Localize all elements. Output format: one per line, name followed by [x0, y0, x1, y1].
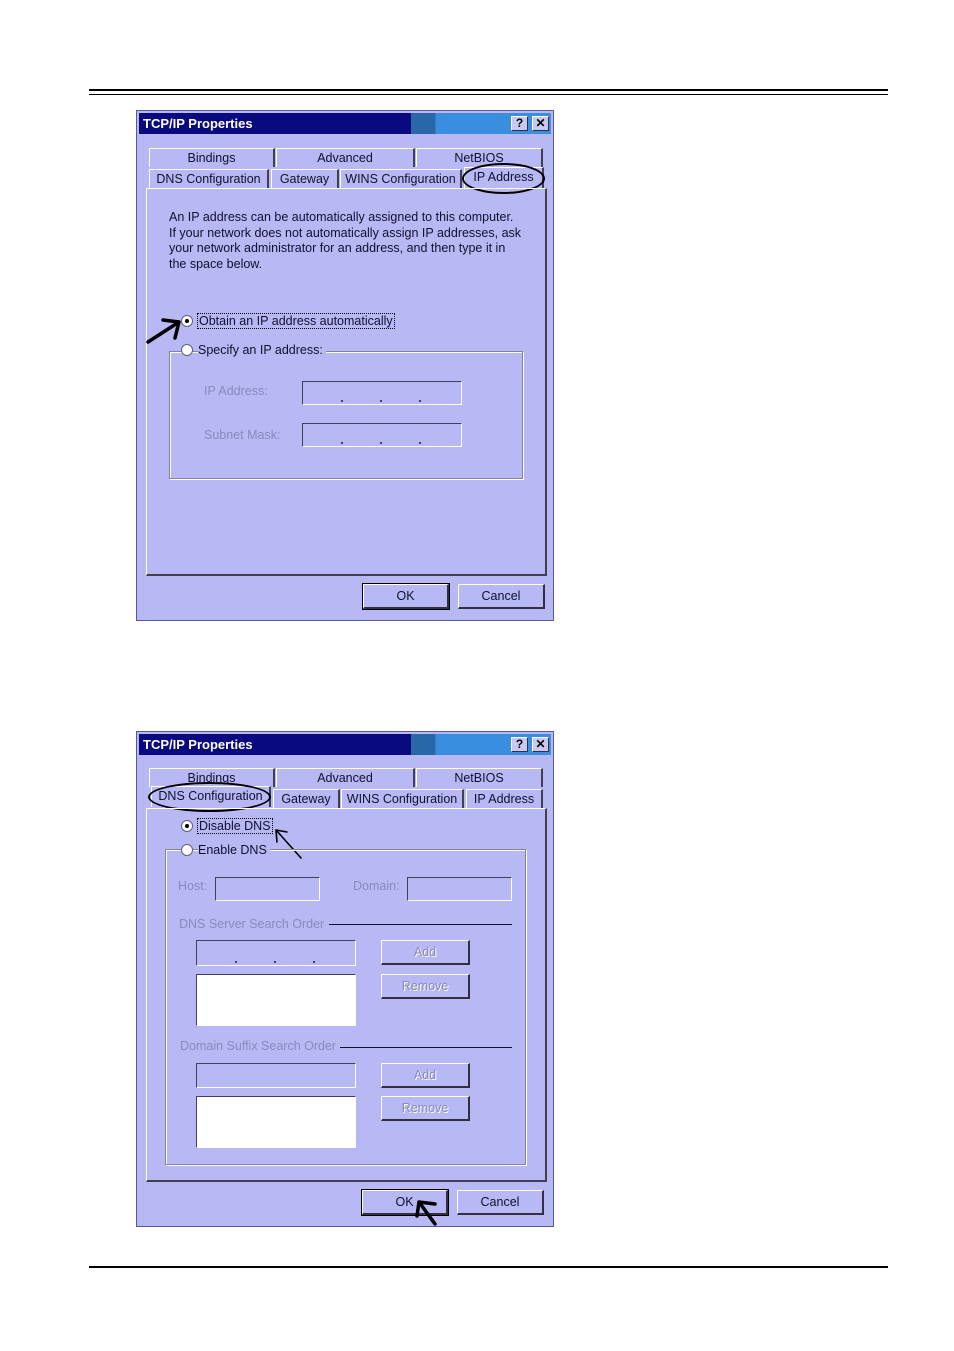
- help-icon[interactable]: ?: [511, 737, 528, 752]
- tab-wins-configuration[interactable]: WINS Configuration: [340, 169, 462, 188]
- tab-advanced[interactable]: Advanced: [276, 148, 415, 167]
- ip-dot: [235, 961, 237, 963]
- tab-gateway[interactable]: Gateway: [271, 169, 339, 188]
- cancel-button[interactable]: Cancel: [458, 584, 545, 609]
- domain-suffix-order-label: Domain Suffix Search Order: [180, 1039, 337, 1053]
- radio-disable-dns-label[interactable]: Disable DNS: [197, 818, 273, 834]
- close-icon[interactable]: ✕: [532, 116, 549, 131]
- domain-suffix-list[interactable]: [196, 1096, 356, 1148]
- ip-dot: [274, 961, 276, 963]
- suffix-remove-button[interactable]: Remove: [381, 1096, 470, 1121]
- domain-label: Domain:: [353, 879, 400, 893]
- title-bar: TCP/IP Properties ? ✕: [139, 734, 551, 755]
- subnet-mask-field[interactable]: [302, 423, 462, 447]
- cancel-button[interactable]: Cancel: [457, 1190, 544, 1215]
- dns-server-list[interactable]: [196, 974, 356, 1026]
- ip-dot: [380, 442, 382, 444]
- tcpip-dialog-dns-configuration: TCP/IP Properties ? ✕ Bindings Advanced …: [136, 731, 554, 1227]
- title-bar: TCP/IP Properties ? ✕: [139, 113, 551, 134]
- host-label: Host:: [178, 879, 208, 893]
- dns-server-field[interactable]: [196, 940, 356, 966]
- domain-field[interactable]: [407, 877, 512, 901]
- tab-gateway[interactable]: Gateway: [273, 789, 340, 808]
- bottom-rule: [89, 1266, 888, 1268]
- tab-wins-configuration[interactable]: WINS Configuration: [341, 789, 464, 808]
- radio-obtain-ip-label[interactable]: Obtain an IP address automatically: [197, 313, 395, 329]
- description-line: An IP address can be automatically assig…: [169, 210, 514, 224]
- dns-remove-button[interactable]: Remove: [381, 974, 470, 999]
- radio-enable-dns[interactable]: [181, 844, 193, 856]
- host-field[interactable]: [215, 877, 320, 901]
- arrow-pointer-icon: [146, 318, 181, 344]
- tcpip-dialog-ip-address: TCP/IP Properties ? ✕ Bindings Advanced …: [136, 110, 554, 621]
- top-rule-thin: [89, 94, 888, 95]
- description-line: the space below.: [169, 256, 263, 271]
- radio-disable-dns[interactable]: [181, 820, 193, 832]
- suffix-add-button[interactable]: Add: [381, 1063, 470, 1088]
- ip-dot: [341, 442, 343, 444]
- radio-obtain-ip[interactable]: [181, 315, 193, 327]
- arrow-pointer-icon: [415, 1200, 437, 1226]
- description-line: your network administrator for an addres…: [169, 241, 506, 255]
- dialog-title: TCP/IP Properties: [143, 737, 253, 752]
- specify-ip-group: [169, 351, 523, 479]
- top-rule: [89, 89, 888, 91]
- dialog-title: TCP/IP Properties: [143, 116, 253, 131]
- dns-server-order-label: DNS Server Search Order: [179, 917, 325, 931]
- tab-advanced[interactable]: Advanced: [276, 768, 415, 787]
- ip-address-field[interactable]: [302, 381, 462, 405]
- tab-dns-configuration[interactable]: DNS Configuration: [149, 169, 269, 188]
- ok-button[interactable]: OK: [362, 583, 450, 610]
- tab-netbios[interactable]: NetBIOS: [416, 768, 543, 787]
- dns-server-order-line: [329, 924, 512, 925]
- tab-bindings[interactable]: Bindings: [149, 148, 275, 167]
- radio-specify-ip[interactable]: [181, 344, 193, 356]
- ip-dot: [419, 442, 421, 444]
- domain-suffix-order-line: [340, 1047, 512, 1048]
- description-line: If your network does not automatically a…: [169, 225, 522, 240]
- ip-dot: [380, 400, 382, 402]
- dns-add-button[interactable]: Add: [381, 940, 470, 965]
- domain-suffix-field[interactable]: [196, 1063, 356, 1088]
- radio-enable-dns-label[interactable]: Enable DNS: [198, 843, 270, 857]
- close-icon[interactable]: ✕: [532, 737, 549, 752]
- ip-dot: [313, 961, 315, 963]
- tab-ip-address[interactable]: IP Address: [466, 789, 543, 808]
- ip-address-label: IP Address:: [204, 384, 268, 398]
- description-text: An IP address can be automatically assig…: [169, 210, 539, 272]
- subnet-mask-label: Subnet Mask:: [204, 428, 281, 442]
- ip-dot: [419, 400, 421, 402]
- help-icon[interactable]: ?: [511, 116, 528, 131]
- ip-dot: [341, 400, 343, 402]
- radio-specify-ip-label[interactable]: Specify an IP address:: [198, 343, 326, 357]
